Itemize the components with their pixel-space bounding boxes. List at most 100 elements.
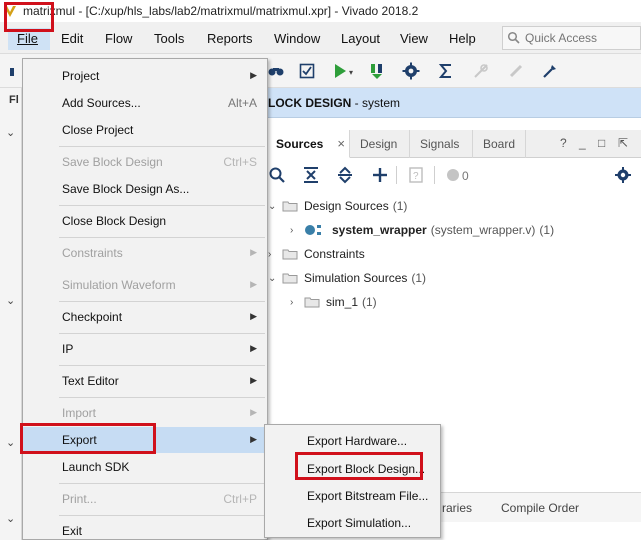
- disabled-pencil-icon: [509, 64, 523, 78]
- menu-flow[interactable]: Flow: [105, 31, 132, 46]
- menu-item-export-simulation[interactable]: Export Simulation...: [265, 509, 440, 535]
- chevron-right-icon: ▶: [250, 407, 257, 417]
- sigma-icon[interactable]: [437, 62, 455, 80]
- menu-edit[interactable]: Edit: [61, 31, 83, 46]
- tab-libraries[interactable]: raries: [442, 501, 472, 515]
- folder-icon: [282, 273, 298, 284]
- menu-bar: File Edit Flow Tools Reports Window Layo…: [0, 22, 641, 54]
- gear-icon[interactable]: [402, 62, 420, 80]
- menu-separator: [59, 397, 265, 398]
- menu-separator: [59, 483, 265, 484]
- help-button[interactable]: ?: [560, 136, 567, 150]
- menu-item-close-block-design[interactable]: Close Block Design: [23, 208, 267, 234]
- checkbox-icon[interactable]: [298, 62, 316, 80]
- chevron-right-icon: ▶: [250, 279, 257, 289]
- chevron-right-icon[interactable]: ›: [290, 297, 304, 308]
- tree-item-constraints[interactable]: › Constraints: [268, 244, 365, 264]
- menu-item-launch-sdk[interactable]: Launch SDK: [23, 454, 267, 480]
- sources-tab-bar: Sources × Design Signals Board ? _ □ ⇱: [266, 130, 641, 158]
- folder-icon: [304, 297, 320, 308]
- tree-item-sim-1[interactable]: › sim_1 (1): [290, 292, 377, 312]
- menu-separator: [59, 515, 265, 516]
- tree-item-system-wrapper[interactable]: › system_wrapper (system_wrapper.v) (1): [290, 220, 554, 240]
- flow-navigator-strip: Fl ⌄ ⌄ ⌄ ⌄: [0, 88, 22, 540]
- tab-sources[interactable]: Sources ×: [266, 130, 350, 158]
- quick-access-input[interactable]: [525, 31, 635, 45]
- chevron-right-icon: ▶: [250, 70, 257, 80]
- menu-item-text-editor[interactable]: Text Editor ▶: [23, 368, 267, 394]
- program-device-icon[interactable]: [368, 62, 386, 80]
- menu-item-project[interactable]: Project ▶: [23, 63, 267, 89]
- quick-access-box[interactable]: [502, 26, 641, 50]
- toolbar-separator: [434, 166, 435, 184]
- menu-item-save-block-design-as[interactable]: Save Block Design As...: [23, 176, 267, 202]
- menu-reports[interactable]: Reports: [207, 31, 253, 46]
- float-button[interactable]: ⇱: [618, 136, 628, 150]
- menu-item-exit[interactable]: Exit: [23, 518, 267, 540]
- close-icon[interactable]: ×: [337, 136, 345, 151]
- chevron-down-icon[interactable]: ⌄: [6, 512, 15, 525]
- menu-item-add-sources[interactable]: Add Sources... Alt+A: [23, 90, 267, 116]
- menu-separator: [59, 146, 265, 147]
- maximize-button[interactable]: □: [598, 136, 605, 150]
- run-icon[interactable]: [331, 62, 349, 80]
- menu-layout[interactable]: Layout: [341, 31, 380, 46]
- chevron-right-icon[interactable]: ›: [268, 249, 282, 260]
- menu-tools[interactable]: Tools: [154, 31, 184, 46]
- chevron-down-icon[interactable]: ⌄: [6, 436, 15, 449]
- sources-toolbar: ? 0: [266, 160, 641, 190]
- window-title: matrixmul - [C:/xup/hls_labs/lab2/matrix…: [23, 4, 419, 18]
- flow-navigator-label: Fl: [9, 94, 19, 106]
- menu-separator: [59, 205, 265, 206]
- chevron-right-icon: ▶: [250, 434, 257, 444]
- chevron-right-icon: ▶: [250, 311, 257, 321]
- run-dropdown-icon[interactable]: ▾: [349, 68, 353, 77]
- menu-item-export-hardware[interactable]: Export Hardware...: [265, 427, 440, 453]
- menu-separator: [59, 333, 265, 334]
- menu-item-close-project[interactable]: Close Project: [23, 117, 267, 143]
- chevron-down-icon[interactable]: ⌄: [6, 294, 15, 307]
- chevron-right-icon[interactable]: ›: [290, 225, 304, 236]
- add-icon[interactable]: [371, 166, 389, 184]
- menu-item-save-block-design: Save Block Design Ctrl+S: [62, 155, 257, 169]
- menu-window[interactable]: Window: [274, 31, 320, 46]
- tab-signals[interactable]: Signals: [410, 130, 473, 158]
- search-icon[interactable]: [268, 166, 286, 184]
- chevron-down-icon[interactable]: ⌄: [268, 201, 282, 212]
- folder-icon: [282, 201, 298, 212]
- toolbar-separator: [396, 166, 397, 184]
- status-dot-icon: [447, 169, 459, 181]
- chevron-right-icon: ▶: [250, 343, 257, 353]
- menu-item-export-bitstream[interactable]: Export Bitstream File...: [265, 482, 440, 508]
- chevron-down-icon[interactable]: ⌄: [6, 126, 15, 139]
- collapse-all-icon[interactable]: [302, 166, 320, 184]
- hierarchy-icon: [305, 225, 321, 235]
- chevron-down-icon[interactable]: ⌄: [268, 273, 282, 284]
- minimize-button[interactable]: _: [579, 136, 586, 150]
- file-menu-annotation-box: [4, 2, 54, 32]
- tab-design[interactable]: Design: [350, 130, 410, 158]
- wrench-icon[interactable]: [541, 62, 559, 80]
- menu-item-constraints: Constraints ▶: [62, 246, 257, 260]
- status-count: 0: [462, 169, 469, 183]
- tree-item-design-sources[interactable]: ⌄ Design Sources (1): [268, 196, 407, 216]
- menu-view[interactable]: View: [400, 31, 428, 46]
- question-doc-icon: ?: [409, 167, 423, 183]
- gear-icon[interactable]: [614, 166, 632, 184]
- menu-help[interactable]: Help: [449, 31, 476, 46]
- tab-compile-order[interactable]: Compile Order: [501, 501, 579, 515]
- tree-item-simulation-sources[interactable]: ⌄ Simulation Sources (1): [268, 268, 426, 288]
- chevron-right-icon: ▶: [250, 247, 257, 257]
- binoculars-icon[interactable]: [267, 62, 285, 80]
- menu-separator: [59, 301, 265, 302]
- menu-item-print: Print... Ctrl+P: [62, 492, 257, 506]
- export-submenu: Export Hardware... Export Block Design..…: [264, 424, 441, 538]
- expand-all-icon[interactable]: [336, 166, 354, 184]
- menu-file[interactable]: File: [17, 31, 38, 46]
- block-design-title: LOCK DESIGN - system: [268, 96, 401, 110]
- title-bar: matrixmul - [C:/xup/hls_labs/lab2/matrix…: [0, 0, 641, 22]
- menu-item-checkpoint[interactable]: Checkpoint ▶: [23, 304, 267, 330]
- file-menu-dropdown: Project ▶ Add Sources... Alt+A Close Proje…: [22, 58, 268, 540]
- tab-board[interactable]: Board: [473, 130, 526, 158]
- menu-item-ip[interactable]: IP ▶: [23, 336, 267, 362]
